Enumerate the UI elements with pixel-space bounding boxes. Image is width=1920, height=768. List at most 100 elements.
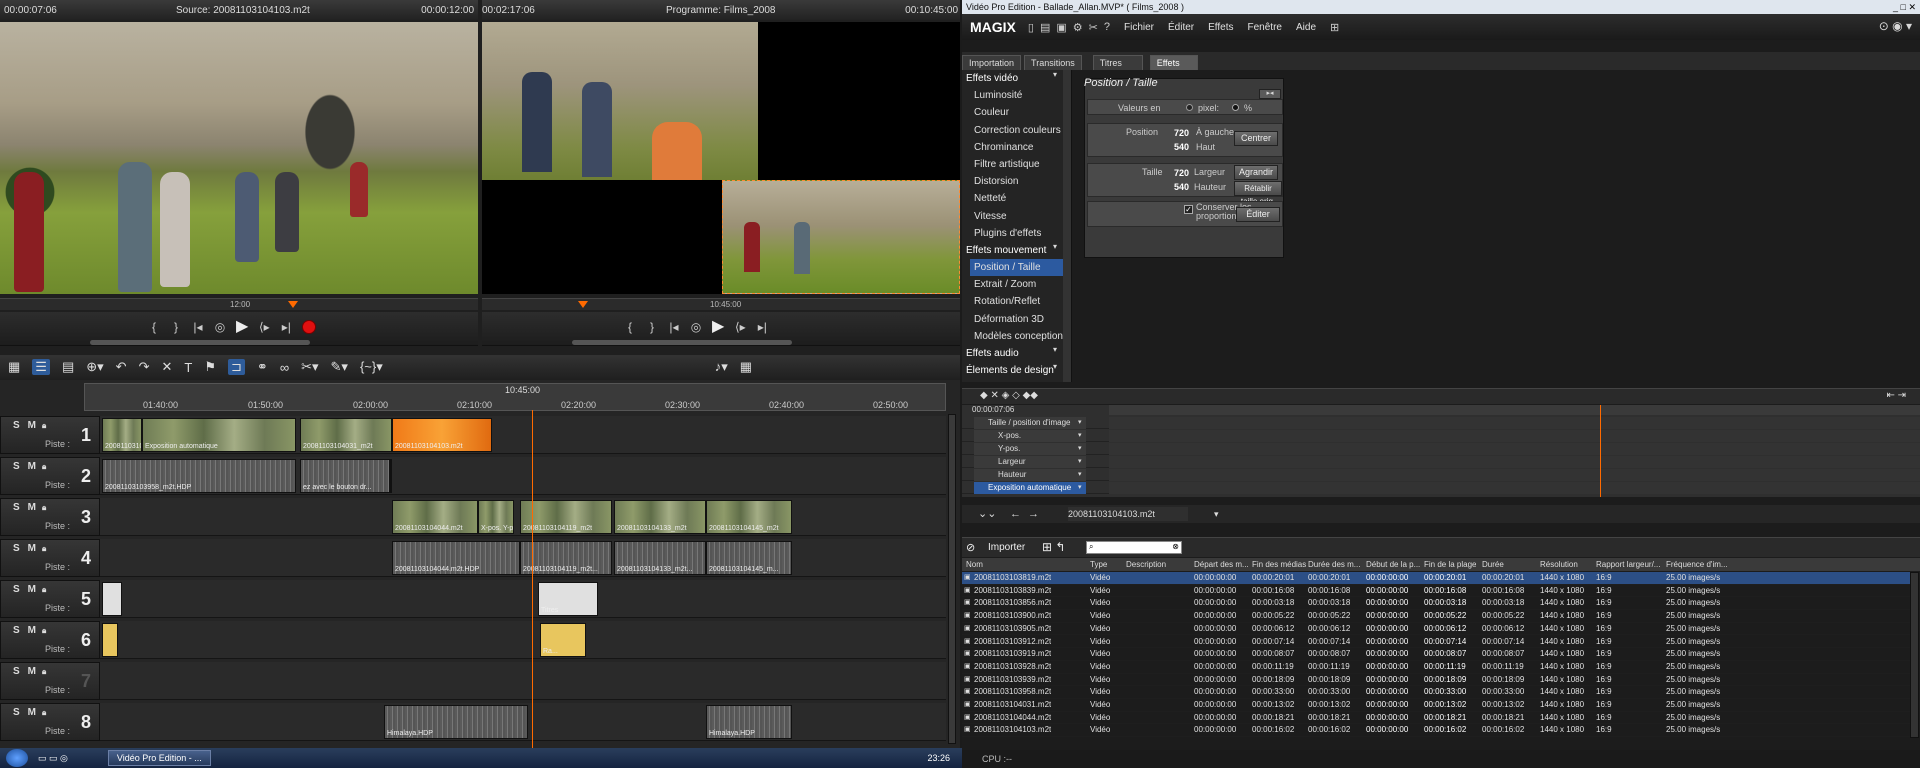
percent-radio[interactable] xyxy=(1232,104,1239,111)
keyframe-nav-icon[interactable]: ⇤ ⇥ xyxy=(1886,390,1906,401)
track-header-7[interactable]: S M 🔒︎ Piste : 7 xyxy=(0,662,100,700)
param-dropdown-icon[interactable]: ▾ xyxy=(1078,469,1082,481)
loop-icon[interactable]: ◎ xyxy=(690,320,702,334)
media-table-vscroll[interactable] xyxy=(1910,572,1919,738)
mute-button[interactable]: M xyxy=(28,707,36,718)
param-dropdown-icon[interactable]: ▾ xyxy=(1078,417,1082,429)
snap-icon[interactable]: ⊐ xyxy=(228,359,245,375)
lock-icon[interactable]: 🔒︎ xyxy=(42,503,46,512)
menu-fichier[interactable]: Fichier xyxy=(1124,22,1154,33)
keyframe-track[interactable] xyxy=(1109,417,1920,429)
grid-icon[interactable]: ▦ xyxy=(740,359,752,375)
effect-item[interactable]: Filtre artistique xyxy=(962,156,1071,173)
keyframe-row[interactable]: Hauteur ▾ xyxy=(962,469,1920,481)
timeline-clip[interactable]: Himalaya.HDP xyxy=(706,705,792,739)
pos-x-value[interactable]: 720 xyxy=(1174,128,1189,138)
column-header[interactable]: Début de la p... xyxy=(1366,560,1420,569)
link-icon[interactable]: ⚭ xyxy=(257,359,268,375)
track-header-6[interactable]: S M 🔒︎ Piste : 6 xyxy=(0,621,100,659)
effect-curve-icon[interactable]: {~}▾ xyxy=(360,359,383,375)
title-icon[interactable]: T xyxy=(184,360,192,375)
height-value[interactable]: 540 xyxy=(1174,182,1189,192)
keyframe-track[interactable] xyxy=(1109,482,1920,494)
expand-arrow-icon[interactable]: ▾ xyxy=(1053,242,1057,251)
enlarge-button[interactable]: Agrandir xyxy=(1234,165,1278,180)
track-lane[interactable]: 20081103104044.m2t X-pos. Y-po 20081103104… xyxy=(100,498,946,536)
timeline-clip[interactable]: Ra... xyxy=(540,623,586,657)
collapse-icon[interactable]: ▸◂ xyxy=(1259,89,1281,99)
column-header[interactable]: Durée xyxy=(1482,560,1504,569)
mute-button[interactable]: M xyxy=(28,502,36,513)
width-value[interactable]: 720 xyxy=(1174,168,1189,178)
mute-button[interactable]: M xyxy=(28,420,36,431)
timeline-clip[interactable]: Titres xyxy=(538,582,598,616)
lock-icon[interactable]: 🔒︎ xyxy=(42,462,46,471)
column-header[interactable]: Fin des médias xyxy=(1252,560,1306,569)
track-lane[interactable]: 20081103103958_m2t Exposition automatique… xyxy=(100,416,946,454)
solo-button[interactable]: S xyxy=(13,666,20,677)
media-row[interactable]: ▣ 20081103103939.m2t Vidéo 00:00:00:00 00:00… xyxy=(962,674,1910,687)
new-file-icon[interactable]: ▯ xyxy=(1028,21,1034,34)
edit-button[interactable]: Éditer xyxy=(1236,207,1280,222)
redo-icon[interactable]: ↷ xyxy=(139,359,150,375)
menu-aide[interactable]: Aide xyxy=(1296,22,1316,33)
mute-button[interactable]: M xyxy=(28,584,36,595)
add-icon[interactable]: ⊞ ↰ xyxy=(1042,540,1065,554)
param-dropdown-icon[interactable]: ▾ xyxy=(1078,456,1082,468)
solo-button[interactable]: S xyxy=(13,707,20,718)
param-dropdown-icon[interactable]: ▾ xyxy=(1078,430,1082,442)
mute-button[interactable]: M xyxy=(28,666,36,677)
search-input[interactable]: ⌕ ⊗ xyxy=(1086,541,1182,554)
start-button[interactable] xyxy=(6,749,28,767)
reset-size-button[interactable]: Rétablir taille orig. xyxy=(1234,181,1282,206)
timeline-ruler[interactable]: 10:45:00 01:40:00 01:50:00 02:00:00 02:1… xyxy=(84,383,946,411)
keyframe-track[interactable] xyxy=(1109,469,1920,481)
source-shuttle[interactable] xyxy=(90,340,310,345)
solo-button[interactable]: S xyxy=(13,543,20,554)
program-scrub-ruler[interactable]: 10:45:00 xyxy=(482,298,960,310)
keyframe-row[interactable]: Exposition automatique ▾ xyxy=(962,482,1920,494)
effect-item[interactable]: Position / Taille xyxy=(970,259,1071,277)
source-playhead-marker[interactable] xyxy=(288,301,298,308)
solo-button[interactable]: S xyxy=(13,584,20,595)
tab-importation[interactable]: Importation xyxy=(962,55,1022,70)
column-header[interactable]: Fréquence d'im... xyxy=(1666,560,1728,569)
lock-icon[interactable]: 🔒︎ xyxy=(42,544,46,553)
prev-icon[interactable]: ← xyxy=(1010,505,1021,523)
solo-button[interactable]: S xyxy=(13,625,20,636)
play-icon[interactable]: ▶ xyxy=(712,319,724,335)
media-row[interactable]: ▣ 20081103103900.m2t Vidéo 00:00:00:00 00:00… xyxy=(962,610,1910,623)
media-row[interactable]: ▣ 20081103103819.m2t Vidéo 00:00:00:00 00:00… xyxy=(962,572,1910,585)
timeline-clip[interactable]: Himalaya.HDP xyxy=(384,705,528,739)
add-keyframe-icon[interactable]: ◆ ✕ ◈ ◇ ◆◆ xyxy=(980,390,1038,401)
pos-y-value[interactable]: 540 xyxy=(1174,142,1189,152)
effect-item[interactable]: Distorsion xyxy=(962,173,1071,190)
expand-icon[interactable]: ⌄⌄ xyxy=(978,505,996,523)
keyframe-track[interactable] xyxy=(1109,456,1920,468)
quicklaunch-icon[interactable]: ▭ ▭ ◎ xyxy=(38,753,68,764)
media-row[interactable]: ▣ 20081103103839.m2t Vidéo 00:00:00:00 00:00… xyxy=(962,585,1910,598)
column-header[interactable]: Fin de la plage xyxy=(1424,560,1476,569)
layout-3-icon[interactable]: ▤ xyxy=(62,359,74,375)
effect-item[interactable]: Extrait / Zoom xyxy=(962,276,1071,293)
timeline-clip[interactable]: 20081103104031_m2t xyxy=(300,418,392,452)
column-header[interactable]: Description xyxy=(1126,560,1166,569)
column-header[interactable]: Départ des m... xyxy=(1194,560,1249,569)
effect-item[interactable]: Netteté xyxy=(962,190,1071,207)
column-header[interactable]: Rapport largeur/... xyxy=(1596,560,1660,569)
cut-tool-icon[interactable]: ✂▾ xyxy=(301,359,318,375)
effect-item[interactable]: Rotation/Reflet xyxy=(962,293,1071,310)
mark-out-icon[interactable]: } xyxy=(646,320,658,334)
mouse-mode-icon[interactable]: ⊕▾ xyxy=(86,359,103,375)
keyframe-row[interactable]: Largeur ▾ xyxy=(962,456,1920,468)
media-row[interactable]: ▣ 20081103103856.m2t Vidéo 00:00:00:00 00:00… xyxy=(962,597,1910,611)
column-header[interactable]: Durée des m... xyxy=(1308,560,1360,569)
expand-arrow-icon[interactable]: ▾ xyxy=(1053,70,1057,79)
timeline-clip[interactable]: ez avec le bouton dr... xyxy=(300,459,390,493)
mute-button[interactable]: M xyxy=(28,543,36,554)
timeline-clip[interactable] xyxy=(102,623,118,657)
mute-button[interactable]: M xyxy=(28,461,36,472)
record-icon[interactable] xyxy=(302,320,317,334)
column-header[interactable]: Type xyxy=(1090,560,1107,569)
timeline-clip[interactable]: 20081103104119_m2t xyxy=(520,500,612,534)
